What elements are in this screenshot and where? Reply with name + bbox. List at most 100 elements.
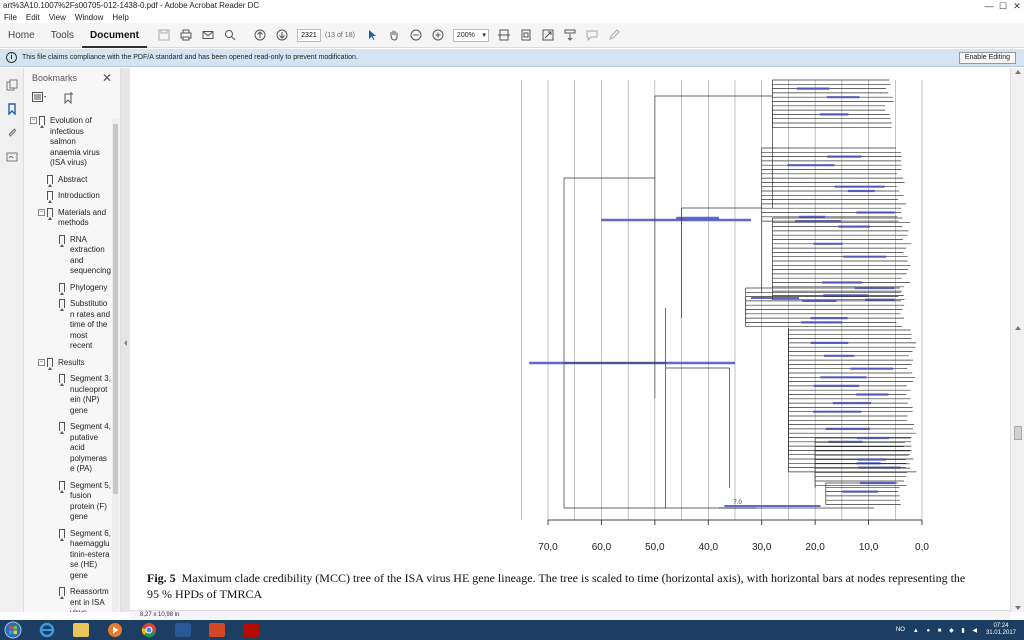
collapse-toggle-icon[interactable]: −: [38, 208, 45, 216]
new-bookmark-icon[interactable]: [62, 91, 74, 107]
email-icon[interactable]: [201, 28, 215, 42]
panel-splitter[interactable]: [121, 68, 130, 612]
bookmark-label: Introduction: [58, 191, 100, 200]
bookmark-flag-icon: [47, 174, 53, 187]
language-indicator[interactable]: NO: [896, 627, 905, 633]
axis-tick-label: 50,0: [645, 542, 665, 553]
bookmark-label: time of the: [70, 320, 108, 329]
status-bar: 8,27 x 10,98 in: [130, 610, 1010, 620]
hand-tool-icon[interactable]: [387, 28, 401, 42]
bookmark-label: salmon: [50, 137, 76, 146]
bookmark-label: gene: [70, 512, 88, 521]
navigation-rail: [0, 68, 24, 612]
tab-document[interactable]: Document: [82, 23, 147, 48]
menu-bar: File Edit View Window Help: [0, 12, 1024, 23]
menu-edit[interactable]: Edit: [22, 12, 45, 23]
clock[interactable]: 07:24 31.01.2017: [986, 623, 1016, 637]
word-icon[interactable]: [170, 621, 196, 639]
sign-pen-icon[interactable]: [607, 28, 621, 42]
menu-window[interactable]: Window: [71, 12, 108, 23]
menu-help[interactable]: Help: [108, 12, 133, 23]
previous-page-icon[interactable]: [253, 28, 267, 42]
bookmark-tree: − Evolution of infectious salmon anaemia vir…: [24, 116, 113, 612]
chrome-icon[interactable]: [136, 621, 162, 639]
bookmark-item[interactable]: Introduction: [24, 191, 113, 203]
full-screen-icon[interactable]: [541, 28, 555, 42]
page-size-readout: 8,27 x 10,98 in: [140, 612, 180, 618]
bookmark-item[interactable]: − Results: [24, 357, 113, 370]
fit-page-icon[interactable]: [519, 28, 533, 42]
bookmark-label: Results: [58, 357, 85, 367]
scroll-mode-icon[interactable]: [563, 28, 577, 42]
tray-icons[interactable]: ▲ ● ■ ◆ ▮ ◀: [913, 627, 980, 634]
print-icon[interactable]: [179, 28, 193, 42]
zoom-select[interactable]: 200%: [452, 28, 489, 42]
search-icon[interactable]: [223, 28, 237, 42]
start-button[interactable]: [0, 621, 26, 639]
maximize-button[interactable]: ☐: [996, 0, 1010, 12]
menu-view[interactable]: View: [45, 12, 71, 23]
acrobat-reader-icon[interactable]: [238, 621, 264, 639]
close-window-button[interactable]: ✕: [1010, 0, 1024, 12]
close-panel-icon[interactable]: ✕: [102, 71, 112, 85]
enable-editing-button[interactable]: Enable Editing: [958, 52, 1016, 64]
document-scroll-thumb[interactable]: [1014, 426, 1022, 440]
save-icon[interactable]: [157, 28, 171, 42]
bookmark-item[interactable]: Segment 5, fusion protein (F) gene: [24, 480, 113, 523]
bookmarks-icon[interactable]: [5, 102, 19, 116]
menu-file[interactable]: File: [0, 12, 22, 23]
windows-taskbar: NO ▲ ● ■ ◆ ▮ ◀ 07:24 31.01.2017: [0, 620, 1024, 640]
bookmark-item[interactable]: Segment 6, haemagglu tinin-estera se (HE) ge…: [24, 528, 113, 582]
page-number-input[interactable]: [296, 28, 321, 42]
bookmark-label: n rates and: [70, 309, 111, 319]
tab-home[interactable]: Home: [0, 23, 43, 48]
bookmark-item[interactable]: RNA extraction and sequencing: [24, 234, 113, 277]
axis-tick-label: 40,0: [699, 542, 719, 553]
powerpoint-icon[interactable]: [204, 621, 230, 639]
comment-icon[interactable]: [585, 28, 599, 42]
axis-tick-label: 30,0: [752, 542, 772, 553]
attachments-icon[interactable]: [5, 126, 19, 140]
minimize-button[interactable]: —: [982, 0, 996, 12]
internet-explorer-icon[interactable]: [34, 621, 60, 639]
bookmark-item[interactable]: Segment 3, nucleoprot ein (NP) gene: [24, 374, 113, 416]
fit-width-icon[interactable]: [497, 28, 511, 42]
bookmark-label: gene: [70, 570, 88, 580]
bookmark-flag-icon: [47, 357, 53, 370]
bookmark-item[interactable]: Segment 4, putative acid polymeras e (PA): [24, 422, 113, 475]
bookmark-label: RNA: [70, 234, 87, 244]
collapse-toggle-icon[interactable]: −: [38, 358, 45, 366]
media-player-icon[interactable]: [102, 621, 128, 639]
zoom-in-icon[interactable]: [431, 28, 445, 42]
bookmark-label: polymeras: [70, 453, 107, 463]
clock-time: 07:24: [993, 623, 1009, 629]
bookmark-label: Segment 6,: [70, 528, 111, 538]
figure-label: Fig. 5: [147, 571, 176, 585]
collapse-toggle-icon[interactable]: −: [30, 117, 37, 124]
bookmark-item[interactable]: Reassortment in ISAvirus: [24, 587, 113, 612]
system-tray: NO ▲ ● ■ ◆ ▮ ◀ 07:24 31.01.2017: [896, 623, 1024, 637]
bookmark-item[interactable]: Substitutio n rates and time of the most rec…: [24, 299, 113, 352]
bookmark-flag-icon: [59, 234, 65, 247]
bookmark-item[interactable]: Phylogeny: [24, 282, 113, 295]
bookmark-item[interactable]: − Materials and methods: [24, 207, 113, 229]
bookmark-item[interactable]: − Evolution of infectious salmon anaemia vir…: [24, 116, 113, 169]
page-thumbnails-icon[interactable]: [5, 78, 19, 92]
bookmark-label: haemagglu: [70, 539, 110, 548]
bookmark-label: recent: [70, 341, 93, 350]
bookmark-item[interactable]: Abstract: [24, 174, 113, 187]
bookmark-flag-icon: [59, 282, 65, 295]
bookmark-label: putative: [70, 432, 99, 442]
select-cursor-icon[interactable]: [365, 28, 379, 42]
next-page-icon[interactable]: [275, 28, 289, 42]
bookmarks-scroll-thumb[interactable]: [113, 124, 118, 494]
tab-tools[interactable]: Tools: [43, 23, 82, 48]
bookmarks-scrollbar[interactable]: [112, 118, 119, 612]
document-scrollbar[interactable]: [1010, 68, 1024, 612]
zoom-out-icon[interactable]: [409, 28, 423, 42]
file-explorer-icon[interactable]: [68, 621, 94, 639]
document-view[interactable]: 70,0 60,0 50,0 40,0 30,0 20,0 10,0 0,0 7.0: [130, 68, 1010, 612]
bookmark-options-icon[interactable]: [32, 92, 48, 106]
bookmark-label: Reassortm: [70, 587, 109, 596]
signatures-icon[interactable]: [5, 150, 19, 164]
